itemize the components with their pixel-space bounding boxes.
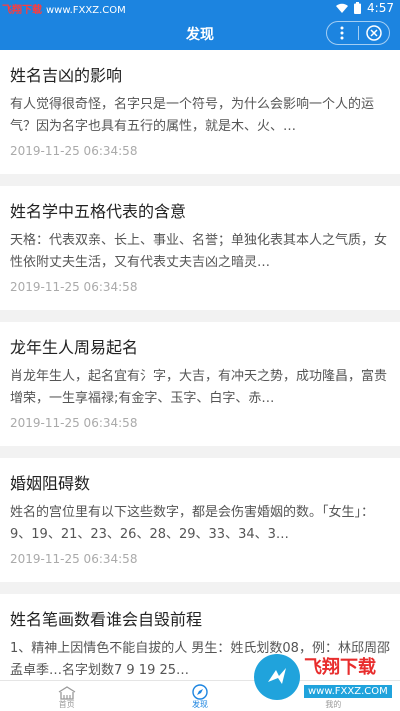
article-card[interactable]: 姓名学中五格代表的含意 天格：代表双亲、长上、事业、名誉；单独化表其本人之气质，… (0, 186, 400, 310)
article-excerpt: 有人觉得很奇怪，名字只是一个符号，为什么会影响一个人的运气？因为名字也具有五行的… (10, 97, 375, 134)
tab-discover-label: 发现 (191, 700, 208, 709)
article-excerpt: 天格：代表双亲、长上、事业、名誉；单独化表其本人之气质，女性依附丈夫生活，又有代… (10, 233, 388, 270)
tab-discover[interactable]: 发现 (133, 681, 266, 711)
tab-home-label: 首页 (58, 700, 75, 709)
more-dots-icon (340, 26, 344, 40)
article-card[interactable]: 婚姻阻碍数 姓名的宫位里有以下这些数字，都是会伤害婚姻的数。「女生」：9、19、… (0, 458, 400, 582)
status-watermark: 飞翔下载 www.FXXZ.COM (2, 1, 126, 16)
article-title: 姓名吉凶的影响 (10, 66, 123, 85)
tab-home[interactable]: 首页 (0, 681, 133, 711)
article-date: 2019-11-25 06:34:58 (10, 416, 138, 430)
article-excerpt: 姓名的宫位里有以下这些数字，都是会伤害婚姻的数。「女生」：9、19、21、23、… (10, 505, 375, 542)
watermark-logo: 飞翔下载 www.FXXZ.COM (254, 648, 394, 706)
watermark-url-badge: www.FXXZ.COM (304, 684, 392, 698)
article-card[interactable]: 姓名吉凶的影响 有人觉得很奇怪，名字只是一个符号，为什么会影响一个人的运气？因为… (0, 50, 400, 174)
status-bar: 飞翔下载 www.FXXZ.COM 4:57 (0, 0, 400, 16)
close-icon (366, 25, 382, 41)
home-icon (58, 686, 76, 700)
article-excerpt: 肖龙年生人，起名宜有氵字，大吉，有冲天之势，成功隆昌，富贵增荣，一生享福禄;有金… (10, 369, 388, 406)
article-date: 2019-11-25 06:34:58 (10, 144, 138, 158)
miniapp-capsule (326, 21, 390, 45)
close-button[interactable] (359, 22, 390, 44)
watermark-url: www.FXXZ.COM (46, 5, 126, 16)
watermark-main: 飞翔下载 (304, 656, 376, 678)
wifi-icon (336, 3, 349, 13)
article-feed[interactable]: 姓名吉凶的影响 有人觉得很奇怪，名字只是一个符号，为什么会影响一个人的运气？因为… (0, 50, 400, 680)
battery-icon (354, 2, 362, 14)
article-title: 龙年生人周易起名 (10, 338, 139, 357)
article-title: 姓名笔画数看谁会自毁前程 (10, 610, 203, 629)
watermark-circle (254, 654, 300, 700)
article-title: 婚姻阻碍数 (10, 474, 91, 493)
title-bar: 发现 (0, 16, 400, 50)
article-date: 2019-11-25 06:34:58 (10, 552, 138, 566)
article-date: 2019-11-25 06:34:58 (10, 280, 138, 294)
more-button[interactable] (327, 22, 358, 44)
watermark-brand: 飞翔下载 (2, 5, 42, 16)
status-time: 4:57 (367, 1, 394, 15)
article-title: 姓名学中五格代表的含意 (10, 202, 187, 221)
compass-icon (192, 684, 208, 700)
article-card[interactable]: 龙年生人周易起名 肖龙年生人，起名宜有氵字，大吉，有冲天之势，成功隆昌，富贵增荣… (0, 322, 400, 446)
arrow-logo-icon (268, 668, 286, 684)
